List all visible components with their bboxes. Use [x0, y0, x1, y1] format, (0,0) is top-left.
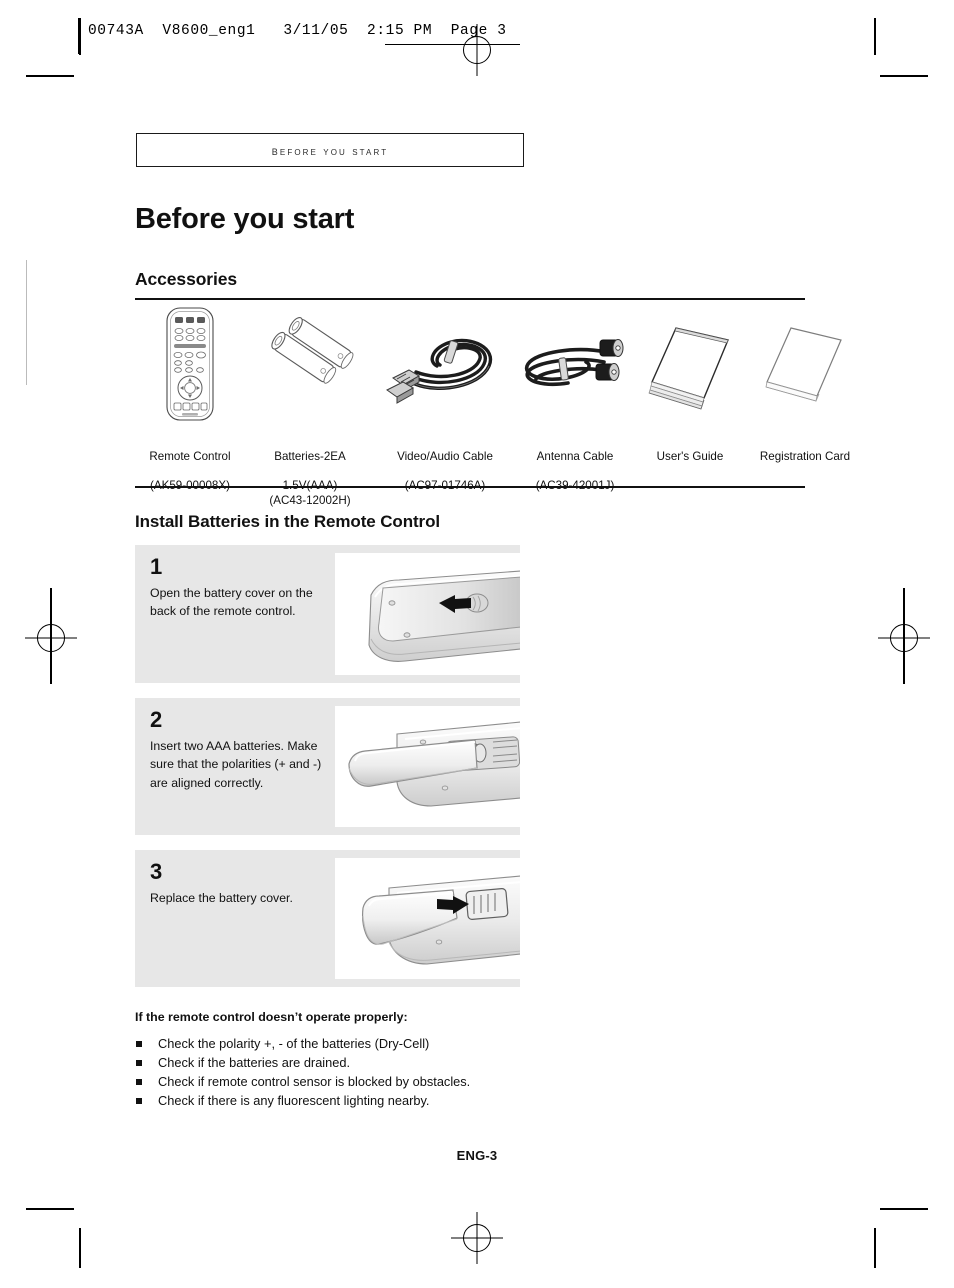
- step-3: 3 Replace the battery cover.: [135, 850, 520, 987]
- step-number: 1: [150, 554, 163, 579]
- margin-rule: [26, 260, 27, 385]
- accessory-name: Registration Card: [759, 450, 851, 464]
- page-footer: ENG-3: [456, 1148, 498, 1163]
- bleed-mark-left-upper: [50, 588, 52, 684]
- crop-mark-bottom-left-v: [79, 1228, 81, 1268]
- remote-cover-removed-icon: [348, 721, 520, 807]
- accessory-part: (AK59-00008X): [150, 479, 230, 493]
- registration-mark-bottom: [451, 1212, 503, 1264]
- list-item: Check if remote control sensor is blocke…: [135, 1072, 735, 1091]
- list-item: Check the polarity +, - of the batteries…: [135, 1034, 735, 1053]
- crop-mark-top-right-v: [874, 18, 876, 55]
- accessory-name: Remote Control: [149, 450, 231, 464]
- accessory-caption: User's Guide: [635, 436, 745, 494]
- list-item-text: Check if there is any fluorescent lighti…: [158, 1093, 430, 1108]
- accessories-row: Remote Control (AK59-00008X) Batteries-2…: [135, 306, 850, 507]
- step-text: Open the battery cover on the back of th…: [150, 586, 313, 619]
- accessory-part: (AC39-42001J): [535, 479, 615, 493]
- bullet-square-icon: [136, 1079, 142, 1085]
- accessory-av-cable: Video/Audio Cable (AC97-01746A): [375, 306, 515, 494]
- accessory-name: Video/Audio Cable: [397, 450, 493, 464]
- step-2-illustration: [335, 706, 520, 827]
- accessory-caption: Video/Audio Cable (AC97-01746A): [375, 436, 515, 494]
- accessories-rule-top: [135, 298, 805, 300]
- av-cable-icon: [385, 306, 505, 422]
- troubleshooting-lead: If the remote control doesn’t operate pr…: [135, 1010, 408, 1024]
- crop-mark-top-right-h: [880, 75, 928, 77]
- manual-page: 00743A V8600_eng1 3/11/05 2:15 PM Page 3…: [0, 0, 954, 1288]
- install-batteries-heading: Install Batteries in the Remote Control: [135, 512, 440, 531]
- slug-rule-left: [78, 18, 80, 54]
- bullet-square-icon: [136, 1060, 142, 1066]
- step-1: 1 Open the battery cover on the back of …: [135, 545, 520, 683]
- crop-mark-bottom-right-h: [880, 1208, 928, 1210]
- troubleshooting-list: Check the polarity +, - of the batteries…: [135, 1034, 735, 1110]
- accessory-batteries: Batteries-2EA 1.5V(AAA) (AC43-12002H): [245, 306, 375, 508]
- running-head: Before you start: [136, 133, 524, 167]
- bullet-square-icon: [136, 1041, 142, 1047]
- remote-control-icon: [158, 306, 222, 422]
- accessory-registration-card: Registration Card: [741, 306, 869, 494]
- step-text: Insert two AAA batteries. Make sure that…: [150, 739, 322, 790]
- accessory-caption: Registration Card: [741, 436, 869, 494]
- list-item-text: Check if remote control sensor is blocke…: [158, 1074, 471, 1089]
- accessory-part: (AC97-01746A): [404, 479, 486, 493]
- accessory-name: Batteries-2EA: [274, 450, 346, 464]
- users-guide-icon: [642, 306, 738, 422]
- accessories-heading: Accessories: [135, 269, 238, 289]
- running-head-label: Before you start: [271, 142, 389, 158]
- remote-back-cover-closed-icon: [368, 570, 520, 662]
- crop-mark-top-left-h: [26, 75, 74, 77]
- file-slug: 00743A V8600_eng1 3/11/05 2:15 PM Page 3: [88, 23, 507, 39]
- list-item-text: Check the polarity +, - of the batteries…: [158, 1036, 430, 1051]
- accessory-remote-control: Remote Control (AK59-00008X): [135, 306, 245, 494]
- accessory-name: Antenna Cable: [536, 450, 614, 464]
- step-number: 2: [150, 707, 163, 732]
- step-2: 2 Insert two AAA batteries. Make sure th…: [135, 698, 520, 835]
- step-1-illustration: [335, 553, 520, 675]
- bullet-square-icon: [136, 1098, 142, 1104]
- step-3-illustration: [335, 858, 520, 979]
- accessory-part: 1.5V(AAA) (AC43-12002H): [269, 479, 351, 507]
- antenna-cable-icon: [516, 306, 634, 422]
- list-item: Check if there is any fluorescent lighti…: [135, 1091, 735, 1110]
- accessory-name: User's Guide: [656, 450, 724, 464]
- batteries-icon: [265, 306, 355, 422]
- accessory-caption: Batteries-2EA 1.5V(AAA) (AC43-12002H): [245, 436, 375, 508]
- crop-mark-bottom-left-h: [26, 1208, 74, 1210]
- page-title: Before you start: [135, 203, 355, 235]
- registration-card-icon: [757, 306, 853, 422]
- bleed-mark-right-upper: [903, 588, 905, 684]
- step-number: 3: [150, 859, 163, 884]
- list-item: Check if the batteries are drained.: [135, 1053, 735, 1072]
- crop-mark-bottom-right-v: [874, 1228, 876, 1268]
- accessory-antenna-cable: Antenna Cable (AC39-42001J): [510, 306, 640, 494]
- remote-cover-replace-icon: [362, 875, 520, 965]
- step-text: Replace the battery cover.: [150, 891, 293, 905]
- registration-mark-top: [451, 24, 503, 76]
- accessory-users-guide: User's Guide: [635, 306, 745, 494]
- list-item-text: Check if the batteries are drained.: [158, 1055, 351, 1070]
- accessory-caption: Antenna Cable (AC39-42001J): [510, 436, 640, 494]
- accessory-caption: Remote Control (AK59-00008X): [135, 436, 245, 494]
